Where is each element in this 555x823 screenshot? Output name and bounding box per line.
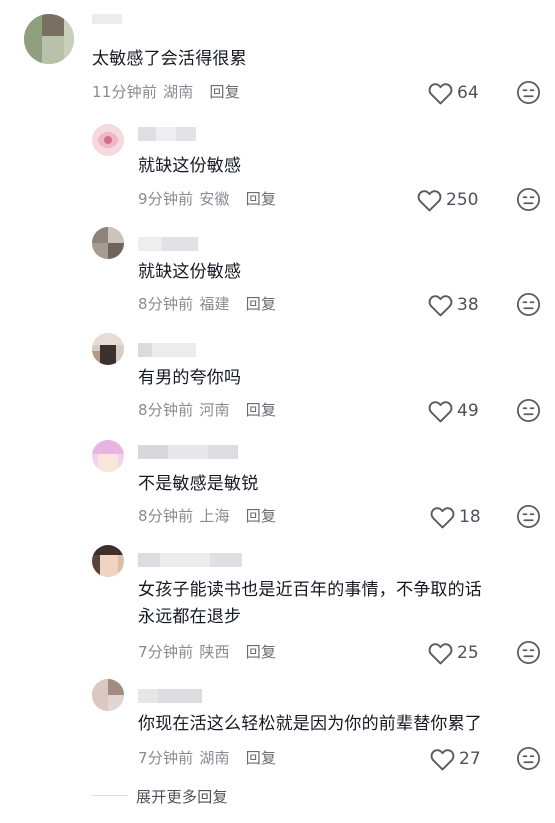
neutral-face-icon [516, 80, 541, 105]
heart-icon [430, 506, 455, 528]
comment-text: 不是敏感是敏锐 [138, 474, 259, 494]
reply-button[interactable]: 回复 [246, 643, 276, 661]
avatar[interactable] [92, 545, 124, 577]
comment-thread: 太敏感了会活得很累 11分钟前 湖南 回复 64 就缺这份敏感 9分钟前 安徽 回复 [0, 0, 555, 823]
comment-meta: 7分钟前 湖南 回复 [138, 747, 276, 768]
comment-location: 湖南 [199, 749, 230, 767]
heart-icon [428, 642, 453, 664]
dislike-button[interactable] [516, 640, 541, 665]
comment-text: 有男的夸你吗 [138, 368, 242, 388]
comment-item: 不是敏感是敏锐 8分钟前 上海 回复 18 [0, 433, 555, 539]
dislike-button[interactable] [516, 80, 541, 105]
neutral-face-icon [516, 398, 541, 423]
avatar[interactable] [92, 440, 124, 472]
comment-location: 福建 [199, 295, 230, 313]
neutral-face-icon [516, 292, 541, 317]
comment-meta: 8分钟前 上海 回复 [138, 505, 276, 526]
like-count: 64 [457, 83, 479, 103]
comment-item: 有男的夸你吗 8分钟前 河南 回复 49 [0, 327, 555, 433]
comment-meta: 8分钟前 福建 回复 [138, 293, 276, 314]
like-button[interactable]: 25 [428, 640, 479, 666]
heart-icon [428, 82, 453, 104]
comment-location: 安徽 [199, 190, 230, 208]
username-blurred[interactable] [138, 237, 198, 251]
comment-location: 陕西 [199, 643, 230, 661]
heart-icon [417, 189, 442, 211]
comment-text: 就缺这份敏感 [138, 156, 242, 176]
neutral-face-icon [516, 187, 541, 212]
comment-text: 就缺这份敏感 [138, 262, 242, 282]
username-blurred[interactable] [138, 445, 238, 459]
like-button[interactable]: 38 [428, 292, 479, 318]
comment-time: 8分钟前 [138, 295, 194, 313]
comment-time: 7分钟前 [138, 749, 194, 767]
reply-button[interactable]: 回复 [246, 749, 276, 767]
comment-location: 上海 [199, 507, 230, 525]
like-button[interactable]: 64 [428, 80, 479, 106]
dislike-button[interactable] [516, 398, 541, 423]
comment-location: 湖南 [163, 83, 194, 101]
username-blurred[interactable] [138, 343, 196, 357]
reply-button[interactable]: 回复 [210, 83, 240, 101]
reply-button[interactable]: 回复 [246, 507, 276, 525]
like-count: 38 [457, 295, 479, 315]
comment-item: 就缺这份敏感 9分钟前 安徽 回复 250 [0, 115, 555, 221]
like-button[interactable]: 27 [430, 746, 481, 772]
neutral-face-icon [516, 640, 541, 665]
comment-text: 你现在活这么轻松就是因为你的前辈替你累了 [138, 714, 482, 734]
expand-divider [92, 795, 128, 796]
username-blurred[interactable] [138, 553, 242, 567]
comment-item: 就缺这份敏感 8分钟前 福建 回复 38 [0, 221, 555, 327]
comment-time: 8分钟前 [138, 507, 194, 525]
heart-icon [430, 748, 455, 770]
like-button[interactable]: 250 [417, 187, 478, 213]
username-blurred[interactable] [92, 14, 122, 24]
reply-button[interactable]: 回复 [246, 401, 276, 419]
like-count: 18 [459, 507, 481, 527]
like-button[interactable]: 18 [430, 504, 481, 530]
comment-time: 9分钟前 [138, 190, 194, 208]
comment-meta: 8分钟前 河南 回复 [138, 399, 276, 420]
like-count: 25 [457, 643, 479, 663]
comment-item: 女孩子能读书也是近百年的事情，不争取的话 永远都在退步 7分钟前 陕西 回复 25 [0, 539, 555, 673]
heart-icon [428, 294, 453, 316]
reply-button[interactable]: 回复 [246, 295, 276, 313]
comment-time: 7分钟前 [138, 643, 194, 661]
username-blurred[interactable] [138, 689, 202, 703]
like-count: 27 [459, 749, 481, 769]
comment-meta: 9分钟前 安徽 回复 [138, 188, 276, 209]
username-blurred[interactable] [138, 127, 196, 141]
avatar[interactable] [24, 14, 74, 64]
avatar[interactable] [92, 124, 124, 156]
comment-item: 你现在活这么轻松就是因为你的前辈替你累了 7分钟前 湖南 回复 27 [0, 673, 555, 779]
like-button[interactable]: 49 [428, 398, 479, 424]
neutral-face-icon [516, 746, 541, 771]
like-count: 250 [446, 190, 479, 210]
avatar[interactable] [92, 227, 124, 259]
like-count: 49 [457, 401, 479, 421]
reply-button[interactable]: 回复 [246, 190, 276, 208]
dislike-button[interactable] [516, 746, 541, 771]
comment-location: 河南 [199, 401, 230, 419]
dislike-button[interactable] [516, 292, 541, 317]
comment-item: 太敏感了会活得很累 11分钟前 湖南 回复 64 [0, 0, 555, 115]
heart-icon [428, 400, 453, 422]
avatar[interactable] [92, 333, 124, 365]
dislike-button[interactable] [516, 187, 541, 212]
avatar[interactable] [92, 679, 124, 711]
neutral-face-icon [516, 504, 541, 529]
comment-meta: 11分钟前 湖南 回复 [92, 81, 240, 102]
expand-more-replies-button[interactable]: 展开更多回复 [136, 786, 228, 807]
comment-time: 8分钟前 [138, 401, 194, 419]
comment-meta: 7分钟前 陕西 回复 [138, 641, 276, 662]
dislike-button[interactable] [516, 504, 541, 529]
comment-time: 11分钟前 [92, 83, 158, 101]
comment-text: 太敏感了会活得很累 [92, 49, 247, 69]
comment-text: 女孩子能读书也是近百年的事情，不争取的话 永远都在退步 [138, 580, 482, 627]
